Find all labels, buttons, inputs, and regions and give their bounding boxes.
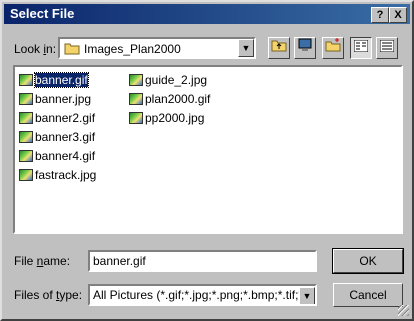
chevron-down-icon[interactable]: ▼ [299,287,315,304]
list-item[interactable]: banner2.gif [19,109,96,128]
title-bar[interactable]: Select File ? X [4,4,410,24]
image-file-icon [19,131,33,143]
files-of-type-label: Files of type: [14,288,83,302]
help-button[interactable]: ? [371,7,389,23]
resize-grip[interactable] [398,305,409,316]
image-file-icon [19,93,33,105]
folder-icon [64,42,80,58]
up-one-level-icon [271,40,287,55]
image-file-icon [19,112,33,124]
chevron-down-icon[interactable]: ▼ [238,39,254,57]
image-file-icon [19,169,33,181]
list-item[interactable]: banner.gif [19,71,96,90]
file-column-2: guide_2.jpg plan2000.gif pp2000.jpg [129,71,210,128]
desktop-button[interactable] [294,37,316,59]
up-one-level-button[interactable] [268,37,290,59]
look-in-dropdown[interactable]: Images_Plan2000 ▼ [58,37,256,59]
image-file-icon [129,93,143,105]
details-view-icon [379,39,395,55]
ok-button[interactable]: OK [332,248,404,274]
file-name-input[interactable]: banner.gif [88,250,317,272]
list-item[interactable]: guide_2.jpg [129,71,210,90]
list-item[interactable]: banner3.gif [19,128,96,147]
desktop-icon [297,38,313,55]
image-file-icon [129,74,143,86]
list-view-icon [353,39,369,55]
list-item[interactable]: banner4.gif [19,147,96,166]
image-file-icon [19,74,33,86]
close-button[interactable]: X [389,7,407,23]
file-type-dropdown[interactable]: All Pictures (*.gif;*.jpg;*.png;*.bmp;*.… [88,284,317,306]
select-file-dialog: Select File ? X Look in: Images_Plan2000… [0,0,414,321]
file-column-1: banner.gif banner.jpg banner2.gif banner… [19,71,96,185]
cancel-button[interactable]: Cancel [333,283,403,307]
list-view-button[interactable] [350,37,372,59]
list-item[interactable]: pp2000.jpg [129,109,210,128]
file-list[interactable]: banner.gif banner.jpg banner2.gif banner… [13,65,403,234]
list-item[interactable]: fastrack.jpg [19,166,96,185]
details-view-button[interactable] [376,37,398,59]
new-folder-button[interactable] [322,37,344,59]
list-item[interactable]: plan2000.gif [129,90,210,109]
list-item[interactable]: banner.jpg [19,90,96,109]
new-folder-icon [325,38,341,55]
file-type-value: All Pictures (*.gif;*.jpg;*.png;*.bmp;*.… [93,288,317,302]
image-file-icon [19,150,33,162]
dialog-title: Select File [10,6,75,21]
look-in-value: Images_Plan2000 [84,42,181,56]
image-file-icon [129,112,143,124]
look-in-label: Look in: [14,42,57,56]
file-name-label: File name: [14,254,71,268]
